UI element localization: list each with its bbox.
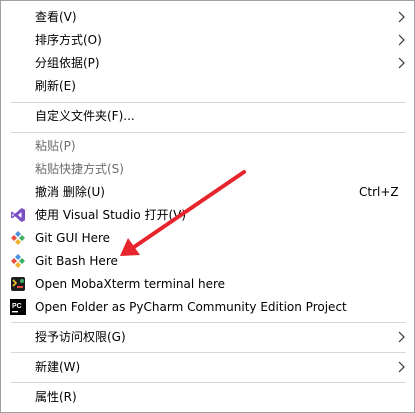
chevron-right-icon — [398, 361, 405, 373]
menu-item-undo-delete[interactable]: 撤消 删除(U) Ctrl+Z — [1, 181, 414, 203]
menu-item-label: 使用 Visual Studio 打开(V) — [35, 208, 187, 222]
menu-item-sort-by[interactable]: 排序方式(O) — [1, 29, 414, 51]
menu-item-label: 新建(W) — [35, 360, 81, 374]
menu-item-group-by[interactable]: 分组依据(P) — [1, 52, 414, 74]
chevron-right-icon — [398, 11, 405, 23]
menu-separator — [11, 102, 406, 103]
menu-item-give-access[interactable]: 授予访问权限(G) — [1, 326, 414, 348]
menu-item-paste-shortcut: 粘贴快捷方式(S) — [1, 158, 414, 180]
menu-item-paste: 粘贴(P) — [1, 135, 414, 157]
chevron-right-icon — [398, 331, 405, 343]
menu-separator — [11, 382, 406, 383]
menu-item-label: 刷新(E) — [35, 79, 76, 93]
menu-item-label: 授予访问权限(G) — [35, 330, 126, 344]
menu-separator — [11, 322, 406, 323]
menu-item-label: 撤消 删除(U) — [35, 185, 105, 199]
menu-item-label: 分组依据(P) — [35, 56, 100, 70]
context-menu: 查看(V) 排序方式(O) 分组依据(P) 刷新(E) 自定义文件夹(F)...… — [0, 0, 415, 413]
menu-item-customize-folder[interactable]: 自定义文件夹(F)... — [1, 105, 414, 127]
menu-item-open-mobaxterm[interactable]: Open MobaXterm terminal here — [1, 273, 414, 295]
menu-separator — [11, 352, 406, 353]
git-bash-icon — [11, 254, 25, 268]
menu-item-properties[interactable]: 属性(R) — [1, 386, 414, 408]
menu-item-new[interactable]: 新建(W) — [1, 356, 414, 378]
pycharm-icon: PC — [10, 299, 26, 315]
menu-item-label: 属性(R) — [35, 390, 77, 404]
menu-item-label: Git GUI Here — [35, 231, 111, 245]
menu-item-label: Open Folder as PyCharm Community Edition… — [35, 300, 347, 314]
menu-item-refresh[interactable]: 刷新(E) — [1, 75, 414, 97]
mobaxterm-icon — [11, 277, 25, 291]
menu-item-open-folder-pycharm[interactable]: PC Open Folder as PyCharm Community Edit… — [1, 296, 414, 318]
menu-item-label: 查看(V) — [35, 10, 77, 24]
chevron-right-icon — [398, 57, 405, 69]
menu-item-label: 粘贴快捷方式(S) — [35, 162, 124, 176]
svg-text:PC: PC — [12, 303, 22, 310]
menu-item-label: 粘贴(P) — [35, 139, 76, 153]
menu-item-label: Open MobaXterm terminal here — [35, 277, 226, 291]
chevron-right-icon — [398, 34, 405, 46]
menu-item-label: 自定义文件夹(F)... — [35, 109, 135, 123]
menu-item-git-gui-here[interactable]: Git GUI Here — [1, 227, 414, 249]
menu-item-label: Git Bash Here — [35, 254, 118, 268]
menu-item-open-with-visual-studio[interactable]: 使用 Visual Studio 打开(V) — [1, 204, 414, 226]
menu-separator — [11, 132, 406, 133]
menu-item-git-bash-here[interactable]: Git Bash Here — [1, 250, 414, 272]
menu-item-view[interactable]: 查看(V) — [1, 6, 414, 28]
git-gui-icon — [11, 231, 25, 245]
menu-item-shortcut: Ctrl+Z — [359, 185, 399, 199]
menu-item-label: 排序方式(O) — [35, 33, 102, 47]
visual-studio-icon — [11, 208, 25, 222]
